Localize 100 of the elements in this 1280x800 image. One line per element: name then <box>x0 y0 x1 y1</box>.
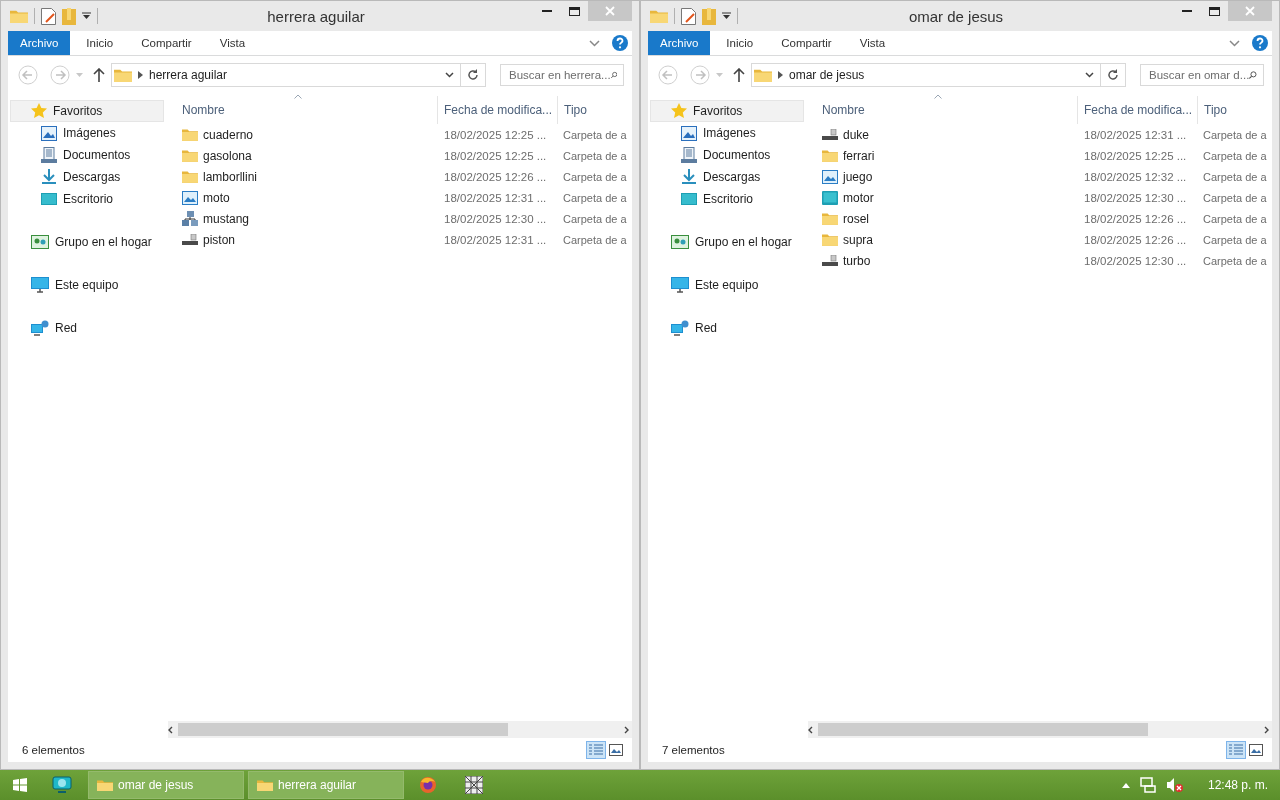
file-name-cell[interactable]: cuaderno <box>176 127 438 142</box>
star-icon <box>671 103 687 119</box>
search-field[interactable]: Buscar en herrera... <box>500 64 624 86</box>
folder-icon <box>257 778 273 792</box>
file-name-cell[interactable]: motor <box>816 190 1078 205</box>
star-icon <box>31 103 47 119</box>
file-name-cell[interactable]: duke <box>816 127 1078 142</box>
search-field[interactable]: Buscar en omar d... <box>1140 64 1264 86</box>
nav-item[interactable]: Documentos <box>10 144 164 166</box>
file-name-cell[interactable]: gasolona <box>176 148 438 163</box>
item-count: 6 elementos <box>22 744 85 756</box>
file-name-cell[interactable]: juego <box>816 169 1078 184</box>
properties-icon[interactable] <box>41 7 56 25</box>
chevron-down-icon[interactable] <box>1085 72 1094 78</box>
maximize-icon <box>568 6 580 16</box>
column-header[interactable]: Tipo <box>558 96 632 124</box>
browser-icon[interactable] <box>419 776 437 794</box>
network-icon <box>671 320 689 336</box>
list-icon <box>589 744 603 756</box>
horizontal-scrollbar[interactable] <box>168 721 632 738</box>
globe-monitor-icon[interactable] <box>52 776 72 794</box>
nav-item[interactable]: Grupo en el hogar <box>10 231 164 253</box>
ribbon-tab[interactable]: Vista <box>207 31 258 55</box>
column-header[interactable]: Nombre <box>816 96 1078 124</box>
type-cell-text: Carpeta de a <box>1202 212 1268 225</box>
nav-item[interactable]: Escritorio <box>10 188 164 210</box>
scroll-right-icon[interactable] <box>1263 725 1269 734</box>
drive-icon <box>822 254 838 267</box>
chevron-right-icon[interactable] <box>138 71 143 79</box>
scroll-right-icon[interactable] <box>623 725 629 734</box>
file-name-cell[interactable]: rosel <box>816 211 1078 226</box>
column-header[interactable]: Tipo <box>1198 96 1272 124</box>
date-cell-text: 18/02/2025 12:26 ... <box>443 170 548 183</box>
nav-item[interactable]: Este equipo <box>650 274 804 296</box>
checkered-grid-icon[interactable] <box>465 776 483 794</box>
ribbon-tab[interactable]: Compartir <box>129 31 204 55</box>
monitor-icon <box>822 190 838 205</box>
windows-logo-icon[interactable] <box>13 778 27 792</box>
file-name-cell[interactable]: turbo <box>816 253 1078 268</box>
ribbon-tab[interactable]: Archivo <box>8 31 71 55</box>
file-name-cell[interactable]: moto <box>176 190 438 205</box>
address-bar[interactable]: omar de jesus <box>751 63 1126 87</box>
ribbon-tab[interactable]: Archivo <box>648 31 711 55</box>
nav-item[interactable]: Imágenes <box>10 122 164 144</box>
refresh-icon <box>467 69 479 81</box>
help-icon[interactable] <box>612 35 628 51</box>
dropdown-arrow-icon[interactable] <box>722 12 731 20</box>
folder-icon <box>182 149 198 162</box>
nav-item[interactable]: Red <box>10 317 164 339</box>
address-bar[interactable]: herrera aguilar <box>111 63 486 87</box>
scroll-left-icon[interactable] <box>808 725 814 734</box>
file-name-cell[interactable]: piston <box>176 232 438 247</box>
nav-item[interactable]: Descargas <box>10 166 164 188</box>
ribbon-tab[interactable]: Inicio <box>74 31 126 55</box>
homegroup-icon <box>31 235 49 249</box>
thumbnail-view-button[interactable] <box>606 741 626 759</box>
type-cell-text: Carpeta de a <box>562 191 628 204</box>
folder-icon <box>97 778 113 792</box>
thumbnail-view-button[interactable] <box>1246 741 1266 759</box>
picture-icon <box>1249 744 1263 756</box>
nav-item[interactable]: Favoritos <box>650 100 804 122</box>
picture-icon <box>681 125 697 141</box>
nav-item[interactable]: Escritorio <box>650 188 804 210</box>
ribbon-tab[interactable]: Inicio <box>714 31 766 55</box>
up-arrow-icon[interactable] <box>93 68 105 82</box>
file-name-cell[interactable]: supra <box>816 232 1078 247</box>
nav-item[interactable]: Red <box>650 317 804 339</box>
network-icon[interactable] <box>1139 777 1156 793</box>
nav-item[interactable]: Este equipo <box>10 274 164 296</box>
nav-item[interactable]: Descargas <box>650 166 804 188</box>
column-header[interactable]: Fecha de modifica... <box>1078 96 1198 124</box>
nav-item[interactable]: Grupo en el hogar <box>650 231 804 253</box>
scroll-left-icon[interactable] <box>168 725 174 734</box>
folder-icon <box>182 128 198 141</box>
column-header[interactable]: Nombre <box>176 96 438 124</box>
folder-icon <box>182 170 198 183</box>
caret-up-icon[interactable] <box>1121 782 1130 788</box>
help-icon[interactable] <box>1252 35 1268 51</box>
ribbon-tab[interactable]: Compartir <box>769 31 844 55</box>
file-name-cell[interactable]: mustang <box>176 210 438 227</box>
list-icon <box>1229 744 1243 756</box>
nav-item[interactable]: Documentos <box>650 144 804 166</box>
type-cell-text: Carpeta de a <box>562 212 628 225</box>
nav-item[interactable]: Imágenes <box>650 122 804 144</box>
file-name-cell[interactable]: lamborllini <box>176 169 438 184</box>
file-name-cell[interactable]: ferrari <box>816 148 1078 163</box>
date-cell-text: 18/02/2025 12:30 ... <box>1083 191 1188 204</box>
properties-icon[interactable] <box>681 7 696 25</box>
date-cell-text: 18/02/2025 12:31 ... <box>443 191 548 204</box>
ribbon-tab[interactable]: Vista <box>847 31 898 55</box>
speaker-muted-icon[interactable] <box>1165 777 1184 793</box>
up-arrow-icon[interactable] <box>733 68 745 82</box>
dropdown-arrow-icon[interactable] <box>82 12 91 20</box>
nav-item[interactable]: Favoritos <box>10 100 164 122</box>
column-header[interactable]: Fecha de modifica... <box>438 96 558 124</box>
horizontal-scrollbar[interactable] <box>808 721 1272 738</box>
drive-icon <box>822 128 838 141</box>
desktop-icon <box>41 193 57 205</box>
chevron-down-icon[interactable] <box>445 72 454 78</box>
chevron-right-icon[interactable] <box>778 71 783 79</box>
